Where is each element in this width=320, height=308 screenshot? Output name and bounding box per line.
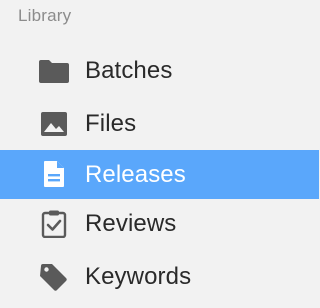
clipboard-check-icon	[38, 210, 70, 238]
sidebar-item-label: Batches	[85, 57, 173, 84]
library-sidebar: Library Batches Files Releases Reviews K…	[0, 0, 319, 308]
sidebar-item-batches[interactable]: Batches	[0, 48, 319, 94]
section-header-library: Library	[18, 6, 72, 25]
sidebar-item-label: Files	[85, 110, 137, 137]
sidebar-item-label: Releases	[85, 161, 186, 188]
sidebar-item-releases[interactable]: Releases	[0, 150, 319, 199]
image-icon	[38, 111, 70, 137]
sidebar-item-keywords[interactable]: Keywords	[0, 254, 319, 300]
sidebar-item-files[interactable]: Files	[0, 101, 319, 147]
document-icon	[38, 161, 70, 187]
sidebar-item-label: Reviews	[85, 210, 177, 237]
folder-icon	[38, 58, 70, 84]
tag-icon	[38, 264, 70, 291]
sidebar-item-reviews[interactable]: Reviews	[0, 201, 319, 247]
sidebar-item-label: Keywords	[85, 263, 192, 290]
